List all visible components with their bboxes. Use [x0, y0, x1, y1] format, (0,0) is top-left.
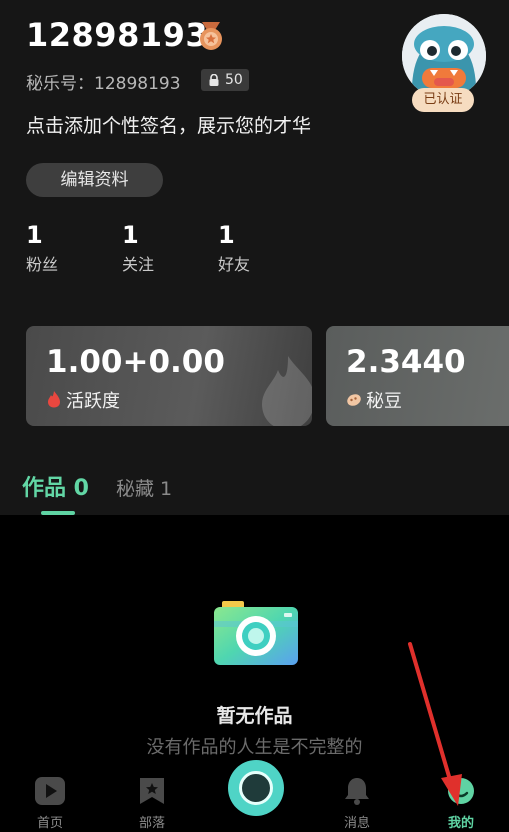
activity-card[interactable]: 1.00+0.00 活跃度	[26, 326, 312, 426]
camera-icon	[214, 601, 298, 665]
avatar[interactable]	[402, 14, 486, 98]
id-line: 秘乐号：12898193	[26, 69, 181, 94]
face-icon	[448, 778, 474, 804]
stat-value: 1	[218, 221, 235, 249]
flame-watermark-icon	[262, 356, 312, 426]
play-icon	[35, 777, 65, 805]
empty-title: 暂无作品	[216, 705, 293, 727]
stat-label: 粉丝	[26, 255, 59, 274]
tab-active-indicator	[41, 511, 75, 515]
private-count-badge[interactable]: 50	[201, 69, 249, 91]
activity-label: 活跃度	[66, 391, 120, 412]
tab-works[interactable]: 作品 0	[22, 470, 89, 502]
nav-label: 消息	[343, 816, 370, 831]
stat-friends[interactable]: 1 好友	[218, 221, 250, 275]
create-button[interactable]	[228, 760, 284, 816]
nav-label: 部落	[138, 816, 165, 831]
bell-icon	[345, 778, 369, 805]
bean-icon	[347, 394, 361, 406]
bio-prompt[interactable]: 点击添加个性签名，展示您的才华	[26, 111, 311, 138]
verified-badge: 已认证	[412, 88, 474, 112]
id-value: 12898193	[94, 74, 181, 94]
activity-value: 1.00+0.00	[46, 344, 225, 380]
stat-following[interactable]: 1 关注	[122, 221, 154, 275]
stat-followers[interactable]: 1 粉丝	[26, 221, 58, 275]
avatar-monster-icon	[402, 14, 486, 98]
create-lens-icon	[239, 771, 273, 805]
tab-secret[interactable]: 秘藏 1	[116, 474, 172, 501]
stat-label: 关注	[122, 255, 155, 274]
medal-icon[interactable]	[194, 20, 228, 52]
flame-icon	[48, 391, 60, 408]
beans-value: 2.3440	[346, 344, 466, 380]
nav-home[interactable]: 首页	[20, 768, 80, 831]
username: 12898193	[26, 16, 209, 54]
nav-tribe[interactable]: 部落	[122, 768, 182, 831]
bookmark-star-icon	[140, 778, 164, 804]
nav-label: 首页	[36, 816, 63, 831]
nav-label: 我的	[447, 816, 474, 831]
beans-card[interactable]: 2.3440 秘豆	[326, 326, 509, 426]
empty-subtitle: 没有作品的人生是不完整的	[146, 737, 363, 758]
lock-count: 50	[225, 72, 243, 88]
stat-label: 好友	[218, 255, 251, 274]
beans-label: 秘豆	[366, 391, 402, 412]
edit-profile-button[interactable]: 编辑资料	[26, 163, 163, 197]
stat-value: 1	[26, 221, 43, 249]
nav-messages[interactable]: 消息	[327, 768, 387, 831]
stat-value: 1	[122, 221, 139, 249]
nav-mine[interactable]: 我的	[431, 768, 491, 831]
lock-icon	[209, 74, 219, 86]
id-label: 秘乐号：	[26, 74, 94, 94]
